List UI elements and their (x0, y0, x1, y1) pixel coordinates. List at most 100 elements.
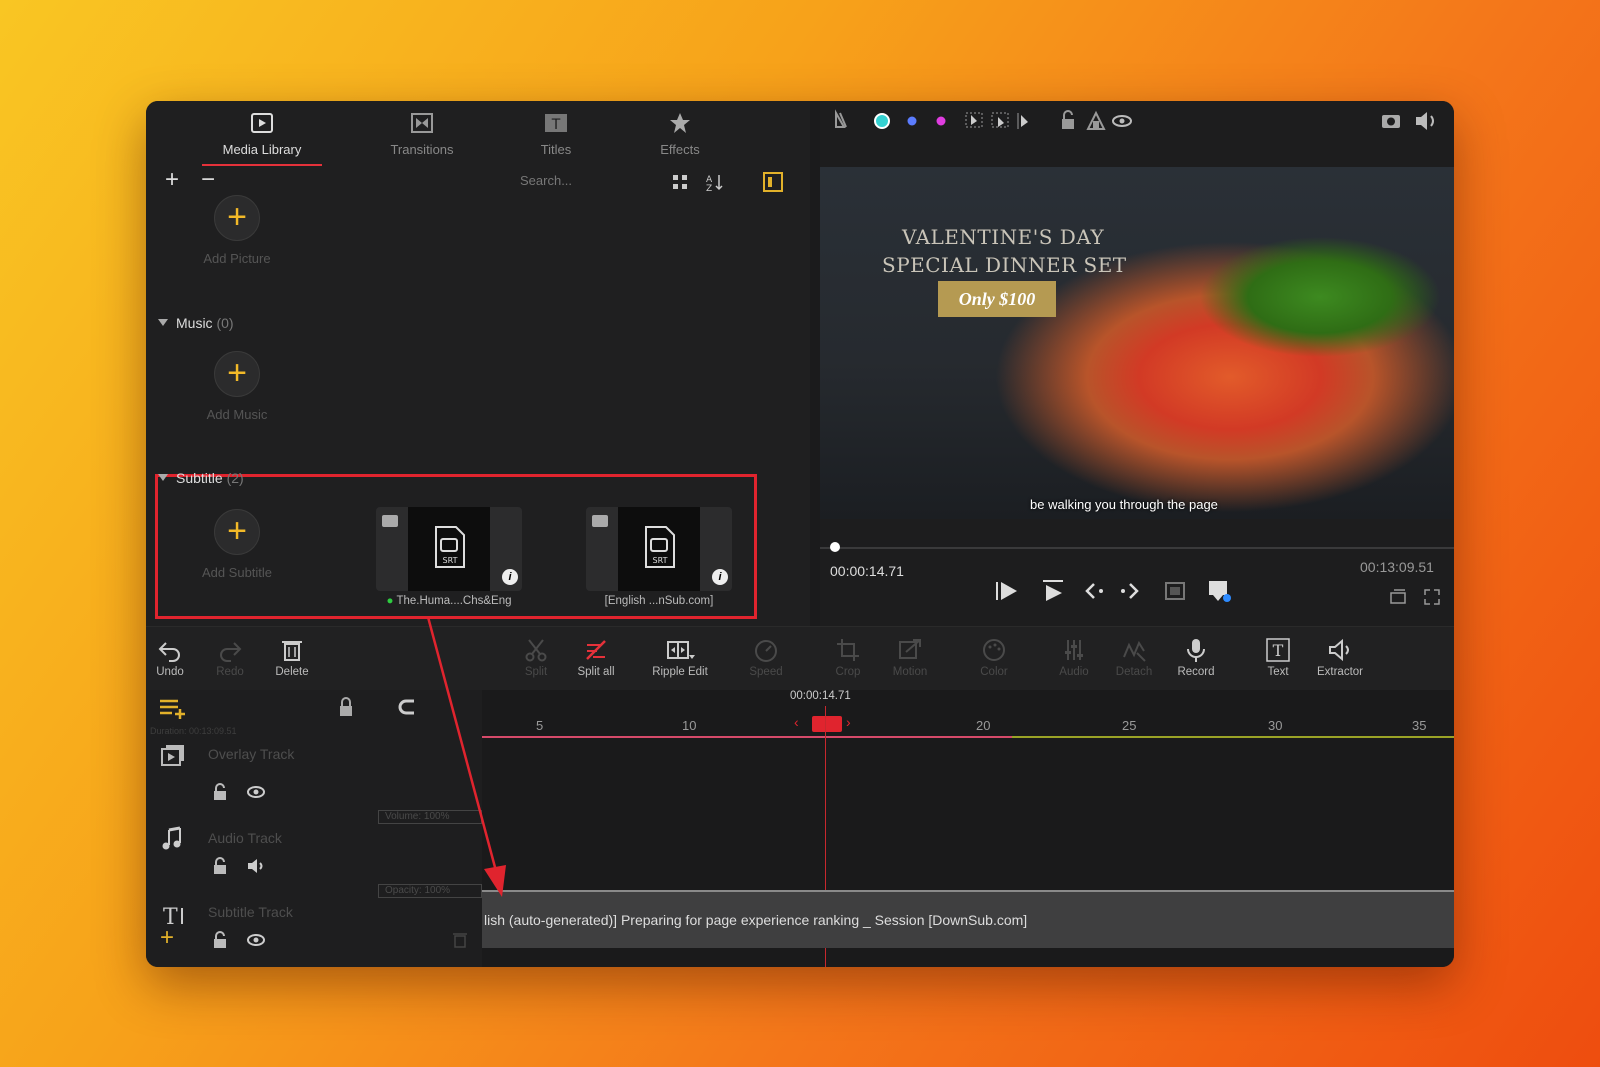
fullscreen-icon[interactable] (1422, 587, 1442, 607)
chevron-down-icon (158, 474, 168, 481)
subtitle-type-icon (592, 515, 608, 527)
video-preview[interactable]: VALENTINE'S DAY SPECIAL DINNER SET Only … (820, 167, 1454, 519)
annotation-arrow (426, 616, 506, 897)
add-music-label: Add Music (206, 407, 268, 422)
tool-label: Delete (275, 666, 309, 678)
extractor-button[interactable]: Extractor (1308, 637, 1372, 678)
speed-button[interactable]: Speed (734, 637, 798, 678)
info-icon[interactable]: i (712, 569, 728, 585)
crop-button[interactable]: Crop (816, 637, 880, 678)
next-marker-button[interactable] (1112, 577, 1142, 605)
export-button[interactable] (1204, 577, 1234, 605)
track-delete-icon[interactable] (450, 930, 470, 950)
track-eye-icon[interactable] (246, 782, 266, 802)
add-media-button[interactable]: + (160, 168, 184, 193)
add-music-button[interactable]: + Add Music (182, 351, 292, 435)
lock-icon[interactable] (1062, 110, 1074, 129)
split-all-button[interactable]: Split all (564, 637, 628, 678)
grid-view-icon[interactable] (672, 174, 688, 190)
timeline-area[interactable]: 00:00:14.71 5 10 20 25 30 35 ‹ › lish (a… (482, 690, 1454, 967)
track-volume-icon[interactable] (246, 856, 266, 876)
price-badge: Only $100 (938, 281, 1056, 317)
magnet-icon[interactable] (396, 696, 418, 718)
record-button[interactable]: Record (1164, 637, 1228, 678)
subtitle-section-header[interactable]: Subtitle (2) (158, 470, 244, 486)
speed-icon (755, 640, 777, 662)
camera-icon[interactable] (1382, 115, 1400, 128)
track-lock-icon[interactable] (210, 782, 230, 802)
add-track-icon[interactable] (158, 696, 186, 720)
chevron-right-icon[interactable]: › (846, 714, 851, 730)
playhead-handle[interactable] (812, 716, 842, 732)
lock-all-icon[interactable] (336, 696, 356, 718)
eye-icon[interactable] (1112, 115, 1132, 127)
remove-media-button[interactable]: − (196, 168, 220, 193)
tab-titles[interactable]: T Titles (496, 111, 616, 161)
search-input[interactable]: Search... (512, 169, 662, 193)
track-lock-icon[interactable] (210, 856, 230, 876)
subtitle-file-card[interactable]: SRT i (376, 507, 522, 591)
ripple-edit-icon (667, 641, 695, 659)
time-ruler[interactable]: 5 10 20 25 30 35 ‹ › (482, 706, 1454, 740)
track-eye-icon[interactable] (246, 930, 266, 950)
play-button[interactable] (992, 577, 1022, 605)
delete-button[interactable]: Delete (260, 637, 324, 678)
undo-button[interactable]: Undo (146, 637, 202, 678)
video-editor-window: Media Library Transitions T Titles Effec… (146, 101, 1454, 967)
subtitle-file-card[interactable]: SRT i (586, 507, 732, 591)
audio-button[interactable]: Audio (1042, 637, 1106, 678)
popout-icon[interactable] (1388, 587, 1408, 607)
add-subtitle-button[interactable]: + Add Subtitle (182, 509, 292, 593)
svg-text:SRT: SRT (443, 556, 458, 565)
chevron-left-icon[interactable]: ‹ (794, 714, 799, 730)
plus-icon: + (214, 509, 260, 555)
progress-knob[interactable] (830, 542, 840, 552)
tab-transitions[interactable]: Transitions (362, 111, 482, 161)
color-dot-icon[interactable] (874, 113, 890, 129)
color-dot-icon[interactable] (936, 116, 946, 126)
text-button[interactable]: T Text (1246, 637, 1310, 678)
previous-marker-button[interactable] (1082, 577, 1112, 605)
srt-file-icon: SRT (645, 526, 675, 568)
range-select-icon[interactable] (991, 112, 1009, 128)
add-subtitle-track-icon[interactable]: + (160, 926, 174, 950)
lock-mode-icon[interactable] (1086, 110, 1106, 130)
redo-button[interactable]: Redo (198, 637, 262, 678)
subtitle-clip[interactable]: lish (auto-generated)] Preparing for pag… (482, 890, 1454, 948)
color-dot-icon[interactable] (907, 116, 917, 126)
add-picture-label: Add Picture (203, 251, 271, 266)
tab-media-library[interactable]: Media Library (202, 111, 322, 166)
motion-icon (899, 639, 921, 659)
volume-icon[interactable] (1416, 112, 1434, 130)
svg-text:SRT: SRT (653, 556, 668, 565)
detach-button[interactable]: Detach (1102, 637, 1166, 678)
music-label: Music (176, 315, 213, 331)
music-note-icon (162, 826, 181, 850)
tool-label: Extractor (1316, 666, 1363, 678)
overlay-track-name: Overlay Track (208, 746, 295, 762)
play-next-frame-button[interactable] (1038, 577, 1068, 605)
snap-icon[interactable] (835, 109, 847, 128)
sort-icon[interactable]: AZ (704, 172, 724, 192)
motion-button[interactable]: Motion (878, 637, 942, 678)
music-section-header[interactable]: Music (0) (158, 315, 234, 331)
svg-text:T: T (551, 117, 561, 133)
subtitle-track-name: Subtitle Track (208, 904, 293, 920)
undo-icon (158, 642, 180, 662)
pointer-icon[interactable] (1017, 113, 1028, 129)
tab-effects[interactable]: Effects (620, 111, 740, 161)
add-picture-button[interactable]: + Add Picture (182, 195, 292, 279)
info-icon[interactable]: i (502, 569, 518, 585)
track-lock-icon[interactable] (210, 930, 230, 950)
edit-toolbar: Undo Redo Delete Split Split all Ripple … (146, 626, 1454, 690)
ruler-tick-label: 5 (536, 718, 544, 733)
snapshot-button[interactable] (1160, 577, 1190, 605)
select-tool-icon[interactable] (965, 112, 983, 128)
progress-track[interactable] (820, 547, 1454, 549)
ripple-edit-button[interactable]: Ripple Edit (648, 637, 712, 678)
color-button[interactable]: Color (962, 637, 1026, 678)
redo-icon (220, 642, 242, 662)
panel-toggle-icon[interactable] (762, 171, 784, 193)
extractor-icon (1329, 638, 1349, 662)
audio-mixer-icon (1065, 640, 1083, 660)
